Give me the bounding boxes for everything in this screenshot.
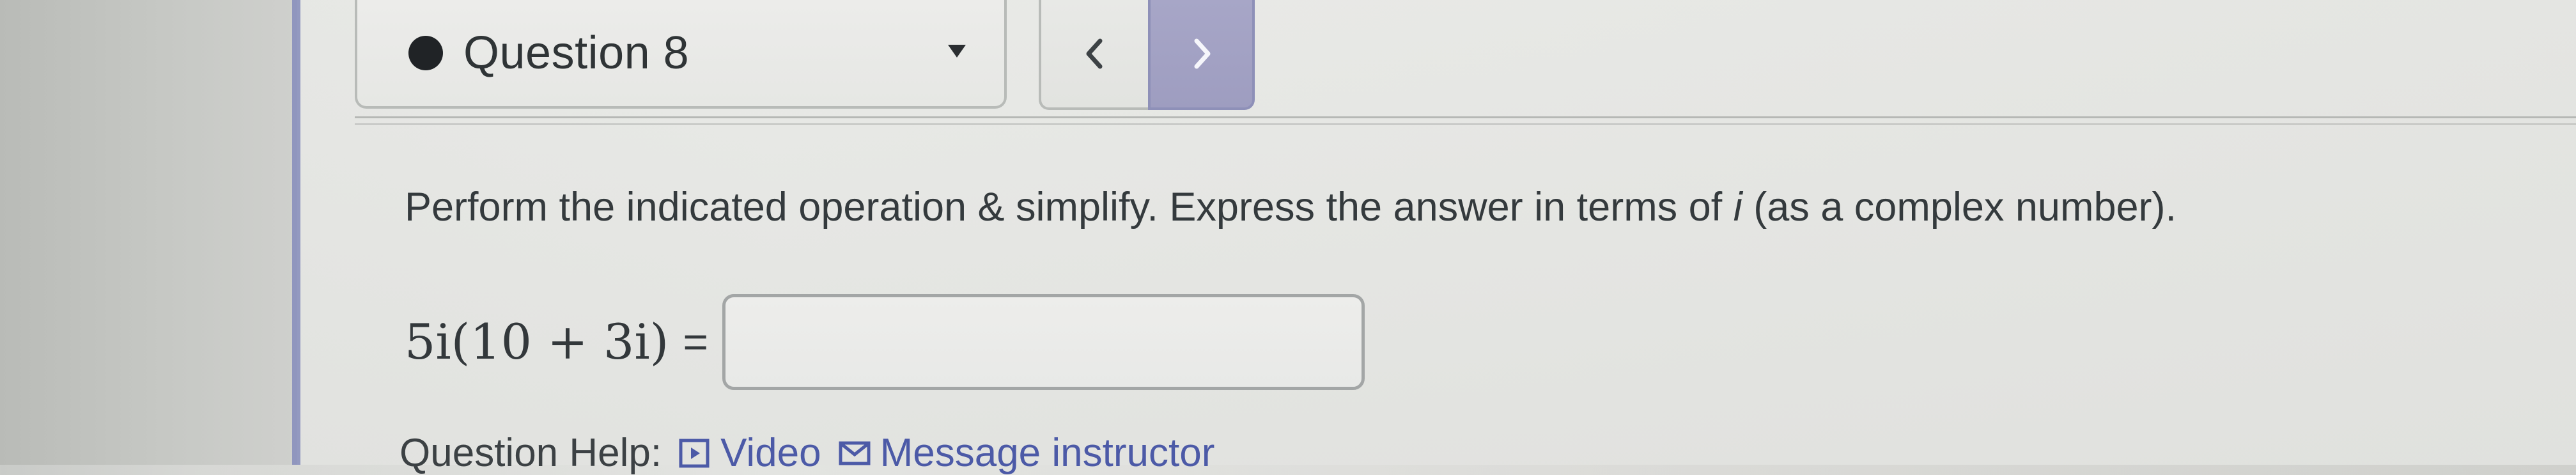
toolbar-divider	[355, 116, 2576, 118]
video-link[interactable]: Video	[678, 433, 821, 473]
message-instructor-label: Message instructor	[880, 431, 1215, 475]
mail-icon	[838, 437, 871, 470]
previous-question-button[interactable]	[1039, 0, 1151, 110]
message-instructor-link[interactable]: Message instructor	[838, 431, 1215, 475]
question-prompt: Perform the indicated operation & simpli…	[405, 185, 2176, 230]
next-question-button[interactable]	[1148, 0, 1255, 110]
question-help-row: Question Help: Video Message instructor	[400, 433, 1214, 473]
chevron-down-icon[interactable]	[948, 45, 966, 58]
left-accent-bar	[292, 0, 300, 465]
video-label: Video	[720, 431, 821, 475]
answer-input[interactable]	[722, 294, 1365, 390]
video-icon	[678, 437, 711, 470]
equation-row: 5i(10 + 3i) =	[405, 294, 1365, 390]
equals-sign: =	[683, 318, 709, 366]
chevron-right-icon	[1188, 35, 1216, 73]
prompt-suffix: (as a complex number).	[1742, 185, 2176, 230]
left-sidebar	[0, 0, 297, 465]
question-label: Question 8	[463, 27, 690, 79]
chevron-left-icon	[1081, 35, 1109, 73]
question-help-label: Question Help:	[400, 431, 662, 475]
prompt-variable: i	[1733, 185, 1742, 230]
toolbar-divider-secondary	[355, 123, 2576, 125]
equation-expression: 5i(10 + 3i)	[405, 313, 669, 370]
question-status-dot	[408, 36, 443, 70]
prompt-prefix: Perform the indicated operation & simpli…	[405, 185, 1734, 230]
question-selector[interactable]: Question 8	[355, 0, 1007, 109]
